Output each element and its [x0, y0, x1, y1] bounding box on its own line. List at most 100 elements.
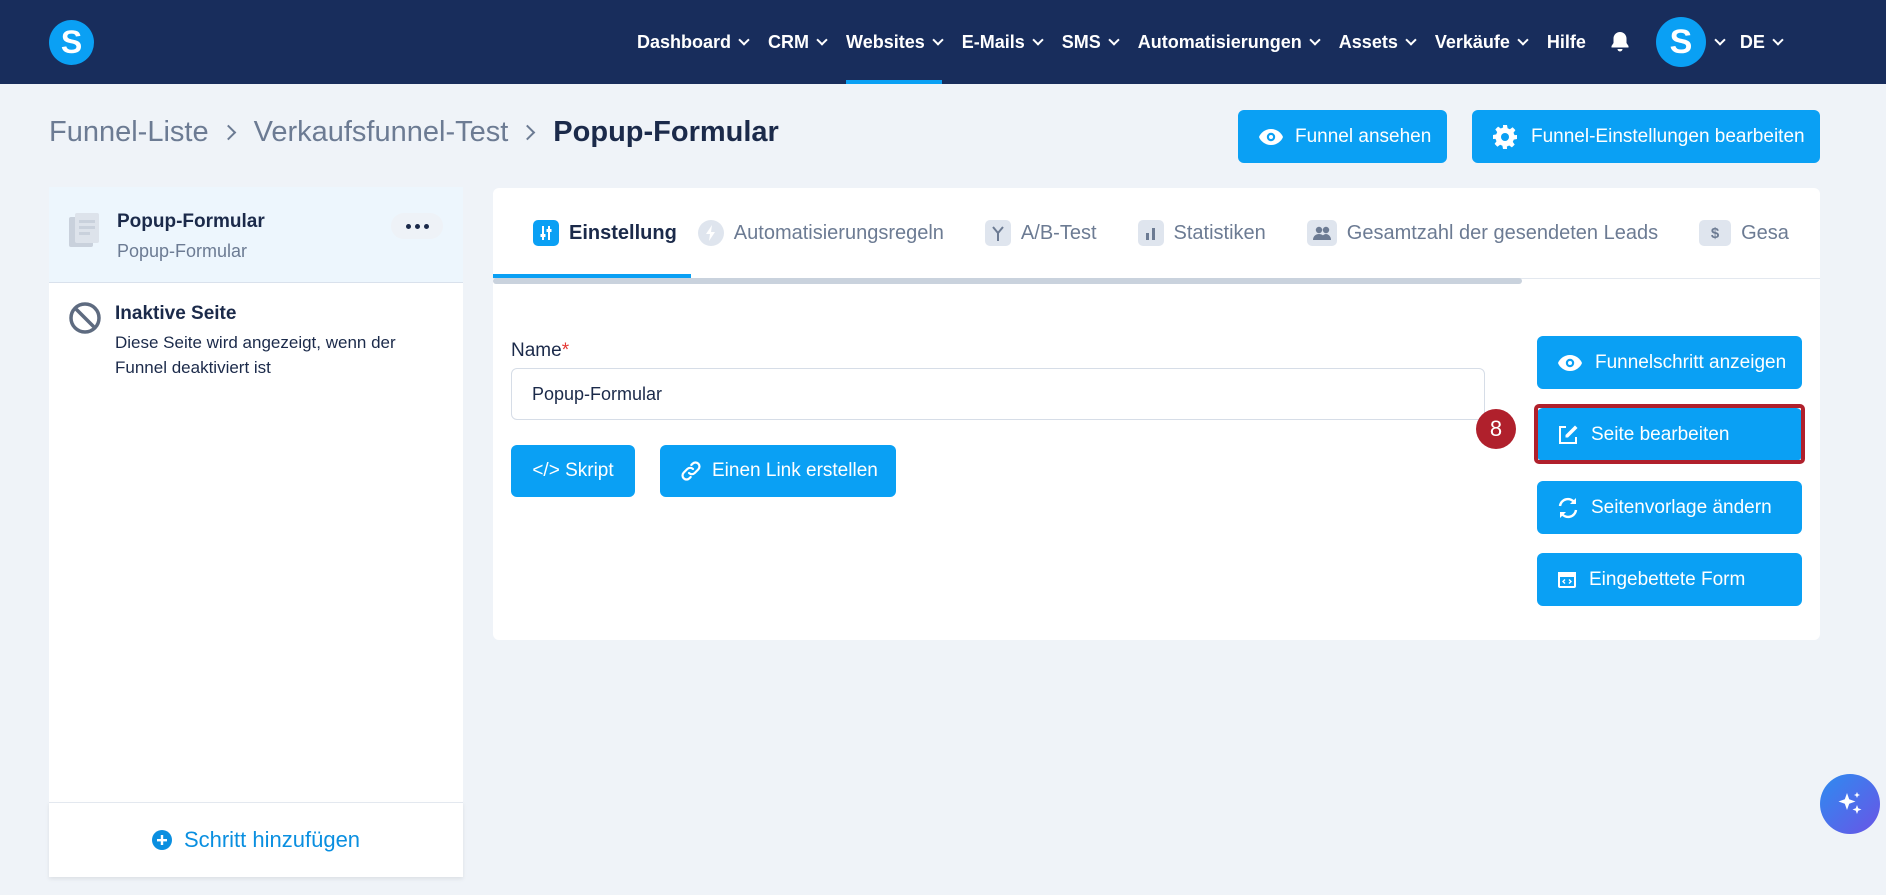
- step-settings-card: Einstellung Automatisierungsregeln A/B-T…: [493, 188, 1820, 640]
- step-title: Popup-Formular: [117, 211, 265, 232]
- chevron-down-icon: [1032, 34, 1044, 46]
- bell-icon[interactable]: [1608, 30, 1632, 54]
- tab-settings[interactable]: Einstellung: [493, 188, 691, 278]
- ai-assistant-button[interactable]: [1820, 774, 1880, 834]
- script-button-label: </> Skript: [532, 460, 614, 481]
- tab-ab-test[interactable]: A/B-Test: [984, 188, 1097, 278]
- breadcrumb-funnel[interactable]: Verkaufsfunnel-Test: [254, 116, 509, 149]
- nav-item-sales[interactable]: Verkäufe: [1434, 0, 1529, 84]
- tab-label: Gesamtzahl der gesendeten Leads: [1346, 221, 1659, 244]
- chevron-down-icon: [738, 34, 750, 46]
- chevron-down-icon[interactable]: [1714, 34, 1726, 46]
- nav-item-crm[interactable]: CRM: [768, 0, 828, 84]
- tab-automation-rules[interactable]: Automatisierungsregeln: [697, 188, 944, 278]
- step-subtitle: Popup-Formular: [117, 241, 248, 261]
- page-title: Popup-Formular: [553, 116, 779, 148]
- nav-item-dashboard[interactable]: Dashboard: [637, 0, 750, 84]
- sliders-icon: [533, 220, 559, 246]
- top-navigation: S Dashboard CRM Websites E-Mails SMS Aut…: [0, 0, 1886, 84]
- inactive-page-item[interactable]: Inaktive Seite Diese Seite wird angezeig…: [49, 283, 463, 393]
- step-item-popup-form[interactable]: Popup-Formular Popup-Formular: [49, 187, 463, 283]
- eye-icon: [1259, 128, 1283, 145]
- funnel-steps-panel: Popup-Formular Popup-Formular Inaktive S…: [49, 187, 463, 877]
- tab-total-leads[interactable]: Gesamtzahl der gesendeten Leads: [1306, 188, 1659, 278]
- page-icon: [69, 213, 99, 247]
- view-funnel-label: Funnel ansehen: [1295, 125, 1432, 147]
- view-step-label: Funnelschritt anzeigen: [1595, 351, 1787, 373]
- breadcrumb-funnel-list[interactable]: Funnel-Liste: [49, 116, 209, 149]
- nav-item-label: CRM: [768, 31, 810, 52]
- change-template-button[interactable]: Seitenvorlage ändern: [1537, 481, 1802, 534]
- nav-item-websites[interactable]: Websites: [846, 0, 944, 84]
- tab-revenue[interactable]: $ Gesa: [1699, 188, 1789, 278]
- split-icon: [984, 220, 1011, 246]
- tab-label: A/B-Test: [1020, 221, 1097, 244]
- plus-circle-icon: [151, 830, 172, 850]
- inactive-page-description: Diese Seite wird angezeigt, wenn der Fun…: [115, 333, 396, 377]
- gear-icon: [1493, 124, 1517, 149]
- highlight-frame: [1534, 404, 1805, 464]
- nav-item-label: Assets: [1338, 31, 1398, 52]
- tab-scrollbar[interactable]: [493, 278, 1522, 284]
- users-icon: [1306, 220, 1337, 246]
- add-step-label: Schritt hinzufügen: [183, 827, 361, 852]
- create-link-button[interactable]: Einen Link erstellen: [660, 445, 896, 497]
- tab-label: Gesa: [1741, 221, 1789, 244]
- language-label: DE: [1739, 31, 1765, 52]
- step-number-badge: 8: [1476, 409, 1516, 449]
- view-funnel-button[interactable]: Funnel ansehen: [1238, 110, 1447, 163]
- edit-funnel-settings-label: Funnel-Einstellungen bearbeiten: [1531, 125, 1805, 147]
- add-step-button[interactable]: Schritt hinzufügen: [49, 802, 463, 877]
- more-options-icon[interactable]: [391, 213, 443, 239]
- sparkle-icon: [1838, 792, 1862, 814]
- user-avatar[interactable]: S: [1655, 17, 1706, 67]
- create-link-label: Einen Link erstellen: [712, 460, 878, 481]
- nav-item-label: SMS: [1061, 31, 1101, 52]
- nav-item-label: Automatisierungen: [1137, 31, 1302, 52]
- nav-item-label: Websites: [846, 31, 925, 52]
- bar-chart-icon: [1137, 220, 1164, 246]
- chevron-down-icon: [1108, 34, 1120, 46]
- name-input[interactable]: Popup-Formular: [511, 368, 1485, 420]
- nav-item-label: Dashboard: [637, 31, 732, 52]
- nav-item-label: E-Mails: [961, 31, 1025, 52]
- ban-icon: [69, 302, 101, 334]
- chevron-down-icon: [1517, 34, 1529, 46]
- script-button[interactable]: </> Skript: [511, 445, 635, 497]
- embed-form-icon: [1558, 571, 1576, 588]
- nav-item-emails[interactable]: E-Mails: [961, 0, 1044, 84]
- app-logo[interactable]: S: [49, 20, 94, 65]
- inactive-page-title: Inaktive Seite: [115, 303, 237, 324]
- view-step-button[interactable]: Funnelschritt anzeigen: [1537, 336, 1802, 389]
- eye-icon: [1558, 354, 1582, 371]
- refresh-icon: [1558, 497, 1578, 518]
- name-label: Name*: [511, 340, 570, 361]
- link-icon: [681, 461, 701, 481]
- nav-item-sms[interactable]: SMS: [1061, 0, 1120, 84]
- tab-label: Einstellung: [569, 221, 677, 244]
- nav-item-assets[interactable]: Assets: [1338, 0, 1417, 84]
- tab-statistics[interactable]: Statistiken: [1137, 188, 1266, 278]
- chevron-down-icon: [1772, 34, 1784, 46]
- chevron-down-icon: [1405, 34, 1417, 46]
- breadcrumb: Funnel-Liste Verkaufsfunnel-Test Popup-F…: [49, 116, 779, 149]
- change-template-label: Seitenvorlage ändern: [1591, 496, 1772, 518]
- embedded-form-button[interactable]: Eingebettete Form: [1537, 553, 1802, 606]
- tab-label: Automatisierungsregeln: [733, 221, 944, 244]
- bolt-icon: [697, 220, 724, 246]
- edit-funnel-settings-button[interactable]: Funnel-Einstellungen bearbeiten: [1472, 110, 1820, 163]
- chevron-down-icon: [816, 34, 828, 46]
- dollar-icon: $: [1699, 220, 1732, 246]
- nav-item-help[interactable]: Hilfe: [1547, 0, 1586, 84]
- chevron-down-icon: [1309, 34, 1321, 46]
- chevron-right-icon: [520, 124, 536, 141]
- tab-label: Statistiken: [1173, 221, 1266, 244]
- tab-bar: Einstellung Automatisierungsregeln A/B-T…: [493, 188, 1820, 278]
- nav-menu: Dashboard CRM Websites E-Mails SMS Autom…: [637, 0, 1802, 84]
- chevron-right-icon: [220, 124, 236, 141]
- nav-item-label: Verkäufe: [1434, 31, 1510, 52]
- nav-item-automations[interactable]: Automatisierungen: [1137, 0, 1321, 84]
- embedded-form-label: Eingebettete Form: [1589, 568, 1746, 590]
- chevron-down-icon: [932, 34, 944, 46]
- language-switcher[interactable]: DE: [1739, 0, 1784, 84]
